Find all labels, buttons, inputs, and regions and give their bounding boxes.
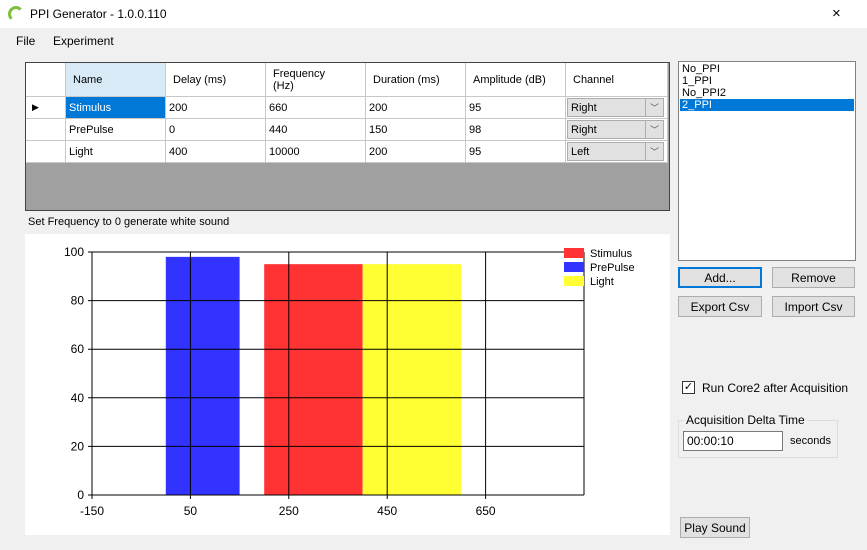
hint-text: Set Frequency to 0 generate white sound [28,216,230,228]
column-header-channel[interactable]: Channel [566,63,668,97]
column-header-duration[interactable]: Duration (ms) [366,63,466,97]
x-tick-label: -150 [80,504,104,518]
cell-frequency[interactable]: 10000 [266,141,366,163]
y-tick-label: 20 [71,439,85,453]
row-header[interactable] [26,119,66,141]
cell-duration[interactable]: 150 [366,119,466,141]
cell-delay[interactable]: 200 [166,97,266,119]
app-logo-icon [8,6,24,22]
legend-label: PrePulse [590,262,635,274]
chart-panel: 0 20 40 60 80 100 -150 50 250 450 650 Stimulus PrePu… [25,234,670,535]
row-header[interactable] [26,141,66,163]
run-core2-label: Run Core2 after Acquisition [702,381,849,395]
menu-file[interactable]: File [16,34,35,48]
cell-duration[interactable]: 200 [366,141,466,163]
experiment-list-item[interactable]: No_PPI2 [680,87,854,99]
legend-label: Stimulus [590,248,633,260]
column-header-name[interactable]: Name [66,63,166,97]
x-tick-label: 450 [377,504,397,518]
experiment-list-item[interactable]: 1_PPI [680,75,854,87]
bar-prepulse [165,256,240,495]
grid-corner [26,63,66,97]
column-header-amplitude[interactable]: Amplitude (dB) [466,63,566,97]
experiment-list-item[interactable]: No_PPI [680,63,854,75]
cell-delay[interactable]: 0 [166,119,266,141]
bar-light [362,264,461,495]
x-tick-label: 50 [184,504,198,518]
menu-experiment[interactable]: Experiment [53,34,114,48]
cell-name[interactable]: Light [66,141,166,163]
channel-value: Left [571,145,590,158]
column-header-delay[interactable]: Delay (ms) [166,63,266,97]
experiment-list[interactable]: No_PPI 1_PPI No_PPI2 2_PPI [678,61,856,261]
channel-select[interactable]: Left ﹀ [567,142,664,161]
cell-amplitude[interactable]: 95 [466,141,566,163]
chevron-down-icon[interactable]: ﹀ [645,143,663,160]
delta-time-group-label: Acquisition Delta Time [684,413,807,427]
column-header-frequency[interactable]: Frequency (Hz) [266,63,366,97]
y-tick-label: 80 [71,294,85,308]
legend-swatch [564,248,584,258]
window-title: PPI Generator - 1.0.0.110 [30,7,167,21]
bar-stimulus [264,264,363,495]
cell-frequency[interactable]: 440 [266,119,366,141]
play-sound-button[interactable]: Play Sound [680,517,750,538]
add-button[interactable]: Add... [678,267,762,288]
cell-name[interactable]: Stimulus [66,97,166,119]
y-tick-label: 100 [64,245,84,259]
legend-swatch [564,276,584,286]
import-csv-button[interactable]: Import Csv [772,296,855,317]
export-csv-button[interactable]: Export Csv [678,296,762,317]
cell-amplitude[interactable]: 95 [466,97,566,119]
channel-value: Right [571,123,597,136]
channel-select[interactable]: Right ﹀ [567,120,664,139]
close-icon[interactable]: × [832,5,841,22]
title-bar: PPI Generator - 1.0.0.110 × [0,0,867,28]
channel-cell: Left ﹀ [566,141,668,163]
experiment-list-item[interactable]: 2_PPI [680,99,854,111]
row-header[interactable]: ▶ [26,97,66,119]
y-tick-label: 60 [71,342,85,356]
delta-time-input[interactable] [683,431,783,451]
channel-value: Right [571,101,597,114]
x-tick-label: 250 [279,504,299,518]
channel-cell: Right ﹀ [566,97,668,119]
legend-label: Light [590,276,614,288]
seconds-label: seconds [790,435,831,447]
run-core2-checkbox[interactable]: ✓ [682,381,695,394]
stimulus-grid[interactable]: Name Delay (ms) Frequency (Hz) Duration (ms… [25,62,670,211]
cell-duration[interactable]: 200 [366,97,466,119]
amplitude-chart: 0 20 40 60 80 100 -150 50 250 450 650 Stimulus PrePu… [64,245,635,518]
chevron-down-icon[interactable]: ﹀ [645,121,663,138]
remove-button[interactable]: Remove [772,267,855,288]
y-tick-label: 40 [71,391,85,405]
channel-select[interactable]: Right ﹀ [567,98,664,117]
chevron-down-icon[interactable]: ﹀ [645,99,663,116]
cell-delay[interactable]: 400 [166,141,266,163]
channel-cell: Right ﹀ [566,119,668,141]
x-tick-label: 650 [476,504,496,518]
cell-frequency[interactable]: 660 [266,97,366,119]
cell-amplitude[interactable]: 98 [466,119,566,141]
legend-swatch [564,262,584,272]
cell-name[interactable]: PrePulse [66,119,166,141]
y-tick-label: 0 [77,488,84,502]
